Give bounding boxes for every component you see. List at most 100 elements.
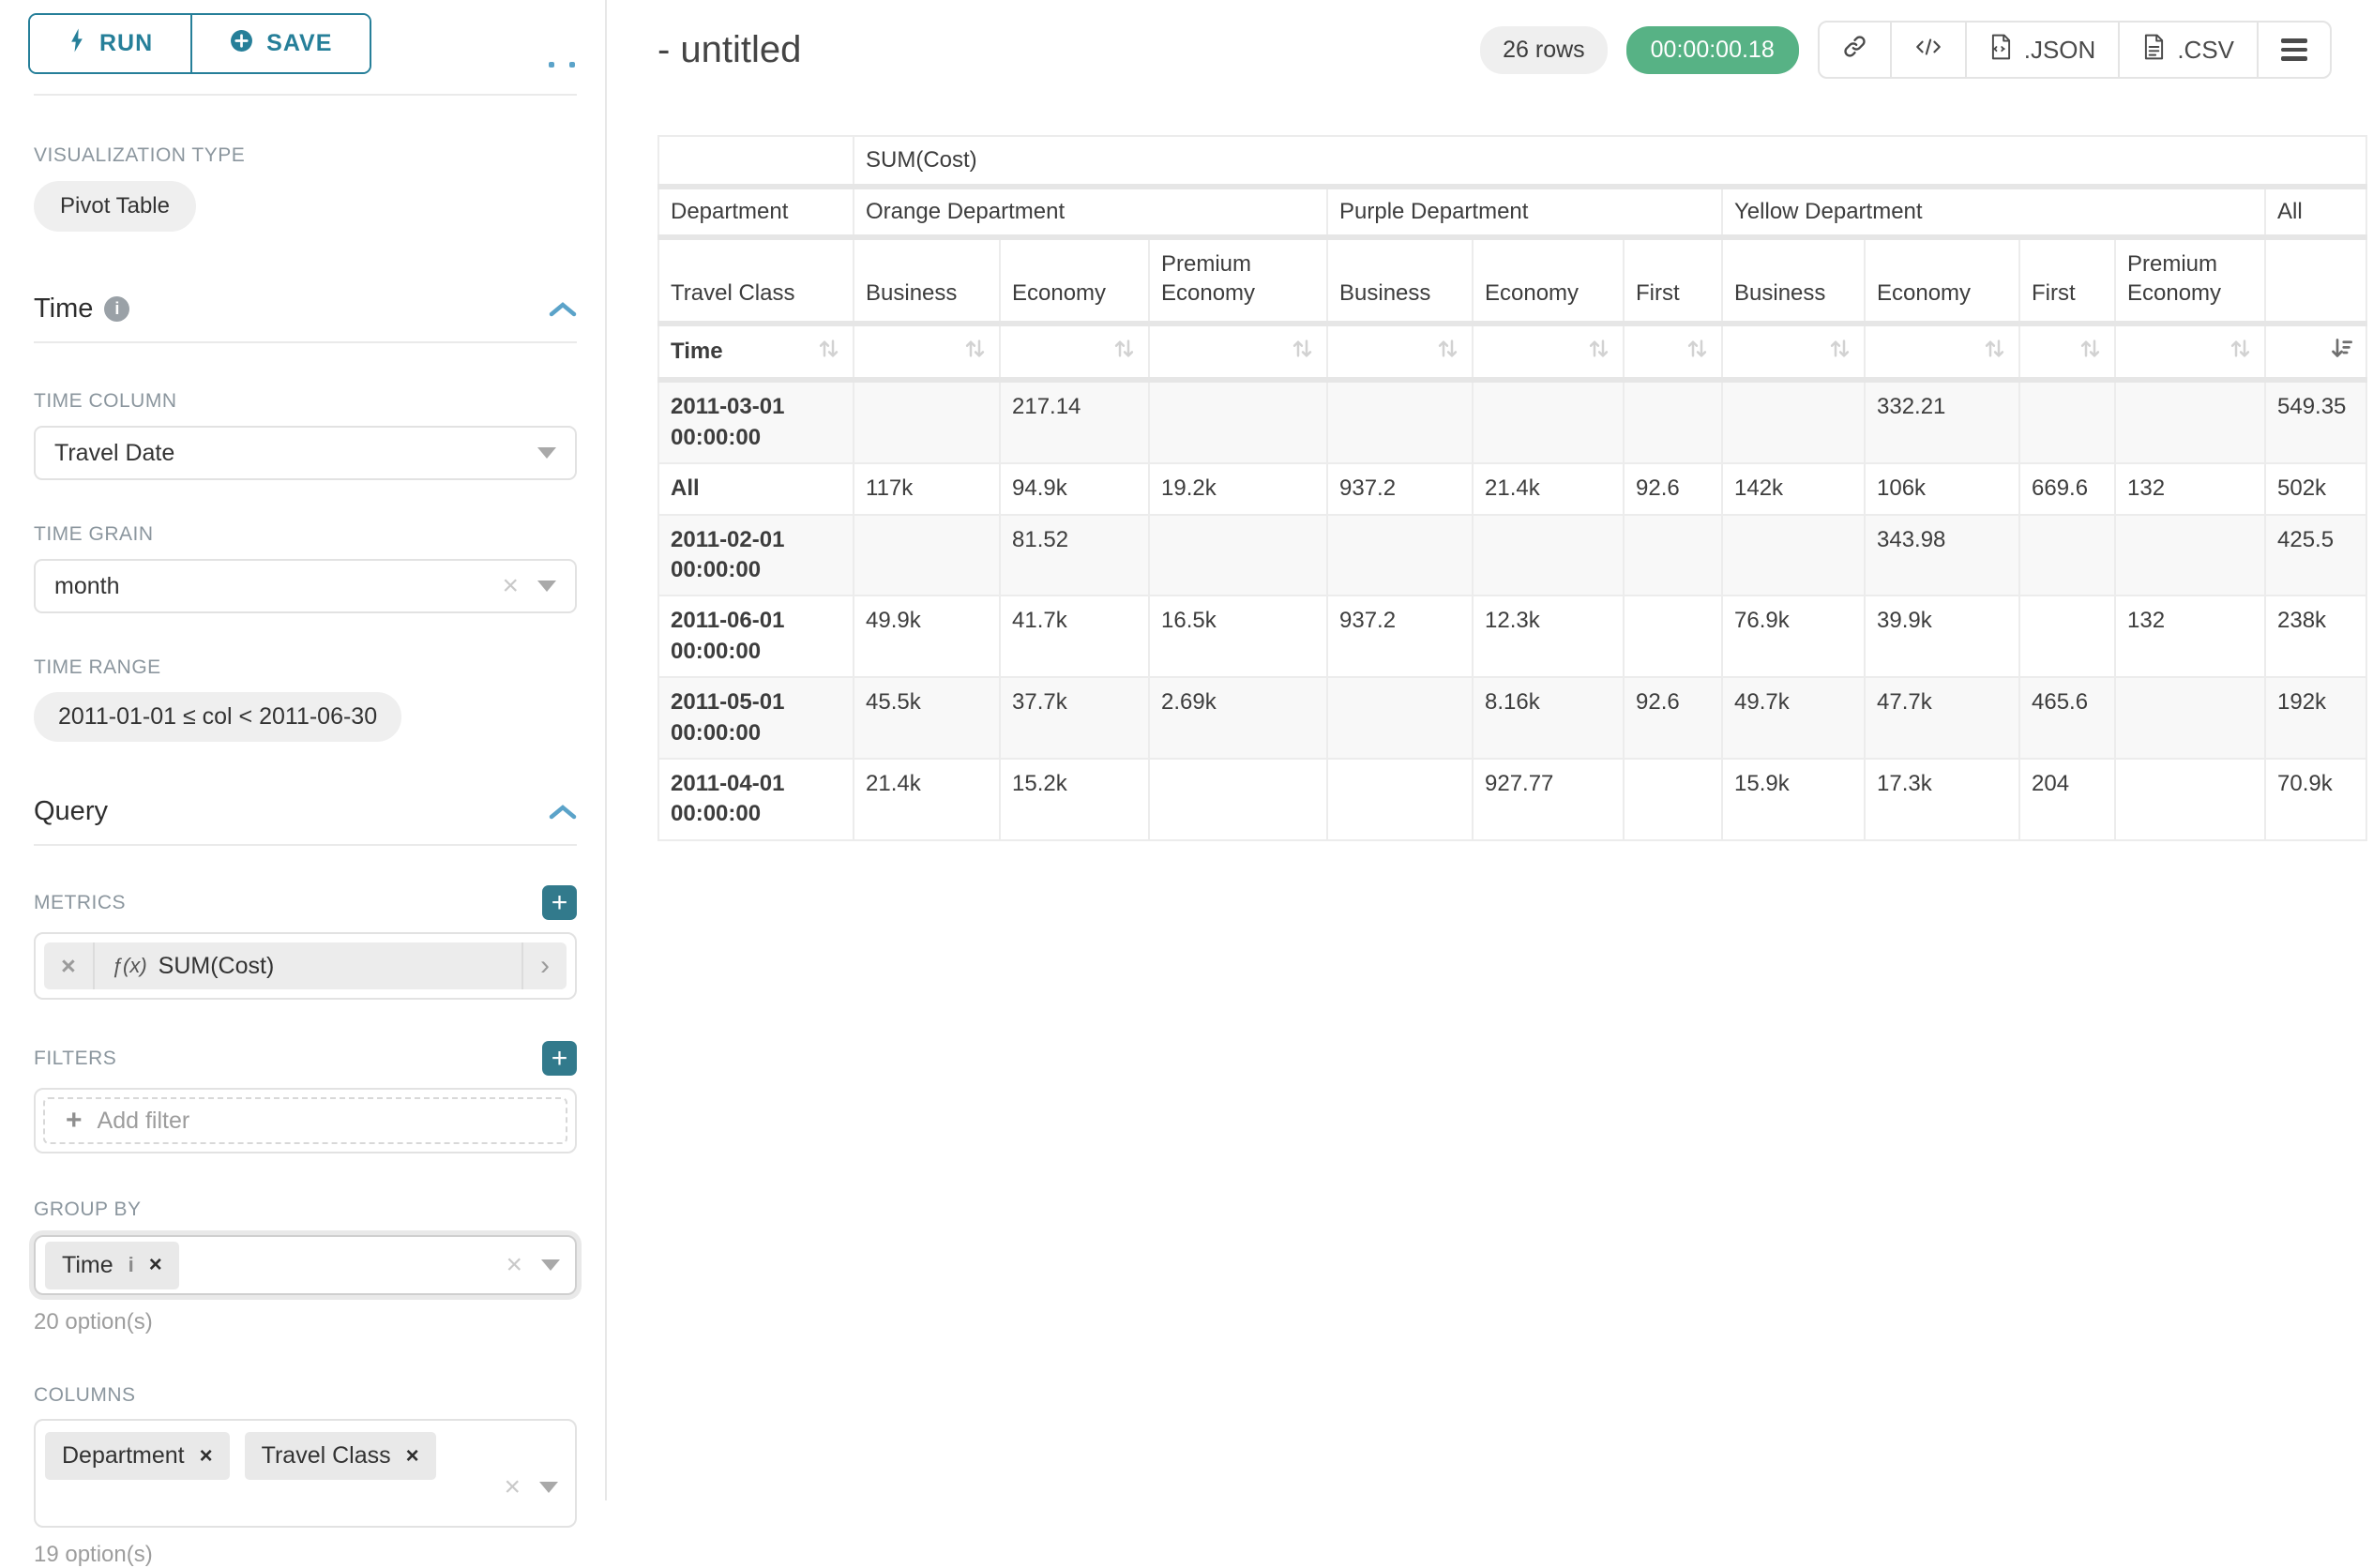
- add-filter-button[interactable]: +: [542, 1041, 577, 1076]
- explore-app: RUN SAVE Chart Type VISUALIZATION TYPE P…: [0, 0, 2373, 1500]
- pivot-value-cell: [1624, 759, 1722, 840]
- sort-toggle-icon[interactable]: [962, 336, 988, 368]
- pivot-value-cell: [854, 515, 1000, 596]
- remove-tag-icon[interactable]: ×: [406, 1445, 419, 1468]
- pivot-sort-cell: [1149, 324, 1327, 380]
- add-metric-button[interactable]: +: [542, 885, 577, 920]
- pivot-value-cell: 132: [2115, 596, 2265, 677]
- pivot-value-cell: [2019, 596, 2115, 677]
- pivot-corner-cell: [658, 136, 854, 187]
- tag-label: Travel Class: [262, 1442, 391, 1470]
- clear-icon[interactable]: ×: [492, 1473, 532, 1501]
- sort-desc-active-icon[interactable]: [2329, 336, 2354, 368]
- pivot-value-cell: 37.7k: [1000, 677, 1149, 759]
- run-button[interactable]: RUN: [30, 15, 192, 72]
- control-panel-sidebar: RUN SAVE Chart Type VISUALIZATION TYPE P…: [0, 0, 607, 1500]
- export-csv-label: .CSV: [2177, 36, 2234, 65]
- columns-label: COLUMNS: [34, 1384, 136, 1407]
- sort-toggle-icon[interactable]: [1111, 336, 1137, 368]
- chart-panel: - untitled 26 rows 00:00:00.18 .JSON: [607, 0, 2373, 1500]
- chart-menu-button[interactable]: [2259, 23, 2330, 77]
- chevron-up-icon[interactable]: [549, 804, 577, 821]
- save-button-label: SAVE: [266, 30, 332, 57]
- pivot-col-header: Economy: [1473, 237, 1624, 324]
- table-row: 2011-04-01 00:00:0021.4k15.2k927.7715.9k…: [658, 759, 2366, 840]
- export-button-group: .JSON .CSV: [1818, 21, 2332, 79]
- pivot-value-cell: 937.2: [1327, 463, 1473, 514]
- caret-down-icon[interactable]: [539, 1482, 558, 1493]
- pivot-value-cell: [854, 380, 1000, 463]
- clear-icon[interactable]: ×: [491, 572, 530, 600]
- save-button[interactable]: SAVE: [192, 15, 370, 72]
- time-grain-select[interactable]: month ×: [34, 559, 577, 613]
- caret-down-icon[interactable]: [541, 1259, 560, 1271]
- pivot-col-header: First: [1624, 237, 1722, 324]
- pivot-value-cell: [1473, 380, 1624, 463]
- pivot-value-cell: 92.6: [1624, 463, 1722, 514]
- chart-type-collapse-icon[interactable]: [549, 62, 575, 68]
- run-save-button-group: RUN SAVE: [28, 13, 371, 74]
- pivot-col-group-header: Orange Department: [854, 187, 1327, 237]
- metric-value: SUM(Cost): [159, 953, 275, 980]
- sort-toggle-icon[interactable]: [2228, 336, 2253, 368]
- share-link-button[interactable]: [1820, 23, 1892, 77]
- caret-down-icon[interactable]: [537, 447, 556, 459]
- embed-code-button[interactable]: [1892, 23, 1967, 77]
- pivot-col-group-header: Yellow Department: [1722, 187, 2265, 237]
- group-by-options-hint: 20 option(s): [34, 1309, 577, 1335]
- chart-header: - untitled 26 rows 00:00:00.18 .JSON: [657, 19, 2332, 81]
- sort-toggle-icon[interactable]: [2078, 336, 2103, 368]
- pivot-value-cell: 12.3k: [1473, 596, 1624, 677]
- sort-toggle-icon[interactable]: [1685, 336, 1710, 368]
- plus-circle-icon: [230, 29, 253, 59]
- pivot-value-cell: 49.9k: [854, 596, 1000, 677]
- chevron-up-icon[interactable]: [549, 301, 577, 318]
- pivot-value-cell: 16.5k: [1149, 596, 1327, 677]
- clear-icon[interactable]: ×: [494, 1251, 534, 1279]
- caret-down-icon[interactable]: [537, 580, 556, 592]
- pivot-value-cell: [2019, 380, 2115, 463]
- pivot-row-label: All: [658, 463, 854, 514]
- pivot-sort-cell: [1865, 324, 2019, 380]
- pivot-value-cell: [1327, 677, 1473, 759]
- metric-label[interactable]: ƒ(x) SUM(Cost): [95, 953, 521, 980]
- add-filter-dropzone[interactable]: + Add filter: [43, 1097, 567, 1144]
- sort-toggle-icon[interactable]: [1586, 336, 1611, 368]
- info-icon[interactable]: i: [128, 1253, 134, 1277]
- group-by-select[interactable]: Time i × ×: [34, 1235, 577, 1295]
- metric-pill: × ƒ(x) SUM(Cost) ›: [44, 942, 567, 989]
- filters-control: + Add filter: [34, 1088, 577, 1153]
- pivot-sort-cell: [1000, 324, 1149, 380]
- sort-toggle-icon[interactable]: [1982, 336, 2007, 368]
- code-icon: [1914, 35, 1942, 66]
- time-range-value[interactable]: 2011-01-01 ≤ col < 2011-06-30: [34, 692, 401, 742]
- table-row: 2011-05-01 00:00:0045.5k37.7k2.69k8.16k9…: [658, 677, 2366, 759]
- remove-metric-icon[interactable]: ×: [44, 942, 95, 989]
- time-column-select[interactable]: Travel Date: [34, 426, 577, 480]
- chevron-right-icon[interactable]: ›: [521, 942, 567, 989]
- info-icon[interactable]: i: [104, 296, 129, 322]
- export-json-button[interactable]: .JSON: [1967, 23, 2121, 77]
- chart-title[interactable]: - untitled: [657, 29, 801, 71]
- time-section-header: Time i: [34, 294, 577, 324]
- query-timer-badge: 00:00:00.18: [1626, 26, 1799, 74]
- visualization-type-label: VISUALIZATION TYPE: [34, 144, 577, 167]
- pivot-value-cell: 15.9k: [1722, 759, 1865, 840]
- tag-label: Department: [62, 1442, 185, 1470]
- sort-toggle-icon[interactable]: [1435, 336, 1460, 368]
- sort-toggle-icon[interactable]: [1827, 336, 1852, 368]
- sort-toggle-icon[interactable]: [816, 336, 841, 368]
- export-csv-button[interactable]: .CSV: [2120, 23, 2259, 77]
- pivot-row-label: 2011-05-01 00:00:00: [658, 677, 854, 759]
- remove-tag-icon[interactable]: ×: [200, 1445, 213, 1468]
- pivot-row-label: 2011-02-01 00:00:00: [658, 515, 854, 596]
- pivot-value-cell: [1149, 515, 1327, 596]
- sort-toggle-icon[interactable]: [1290, 336, 1315, 368]
- visualization-type-value[interactable]: Pivot Table: [34, 181, 196, 232]
- columns-select[interactable]: Department × Travel Class × ×: [34, 1419, 577, 1528]
- pivot-value-cell: 669.6: [2019, 463, 2115, 514]
- pivot-value-cell: 132: [2115, 463, 2265, 514]
- table-row: DepartmentOrange DepartmentPurple Depart…: [658, 187, 2366, 237]
- pivot-value-cell: [2019, 515, 2115, 596]
- remove-tag-icon[interactable]: ×: [149, 1254, 162, 1276]
